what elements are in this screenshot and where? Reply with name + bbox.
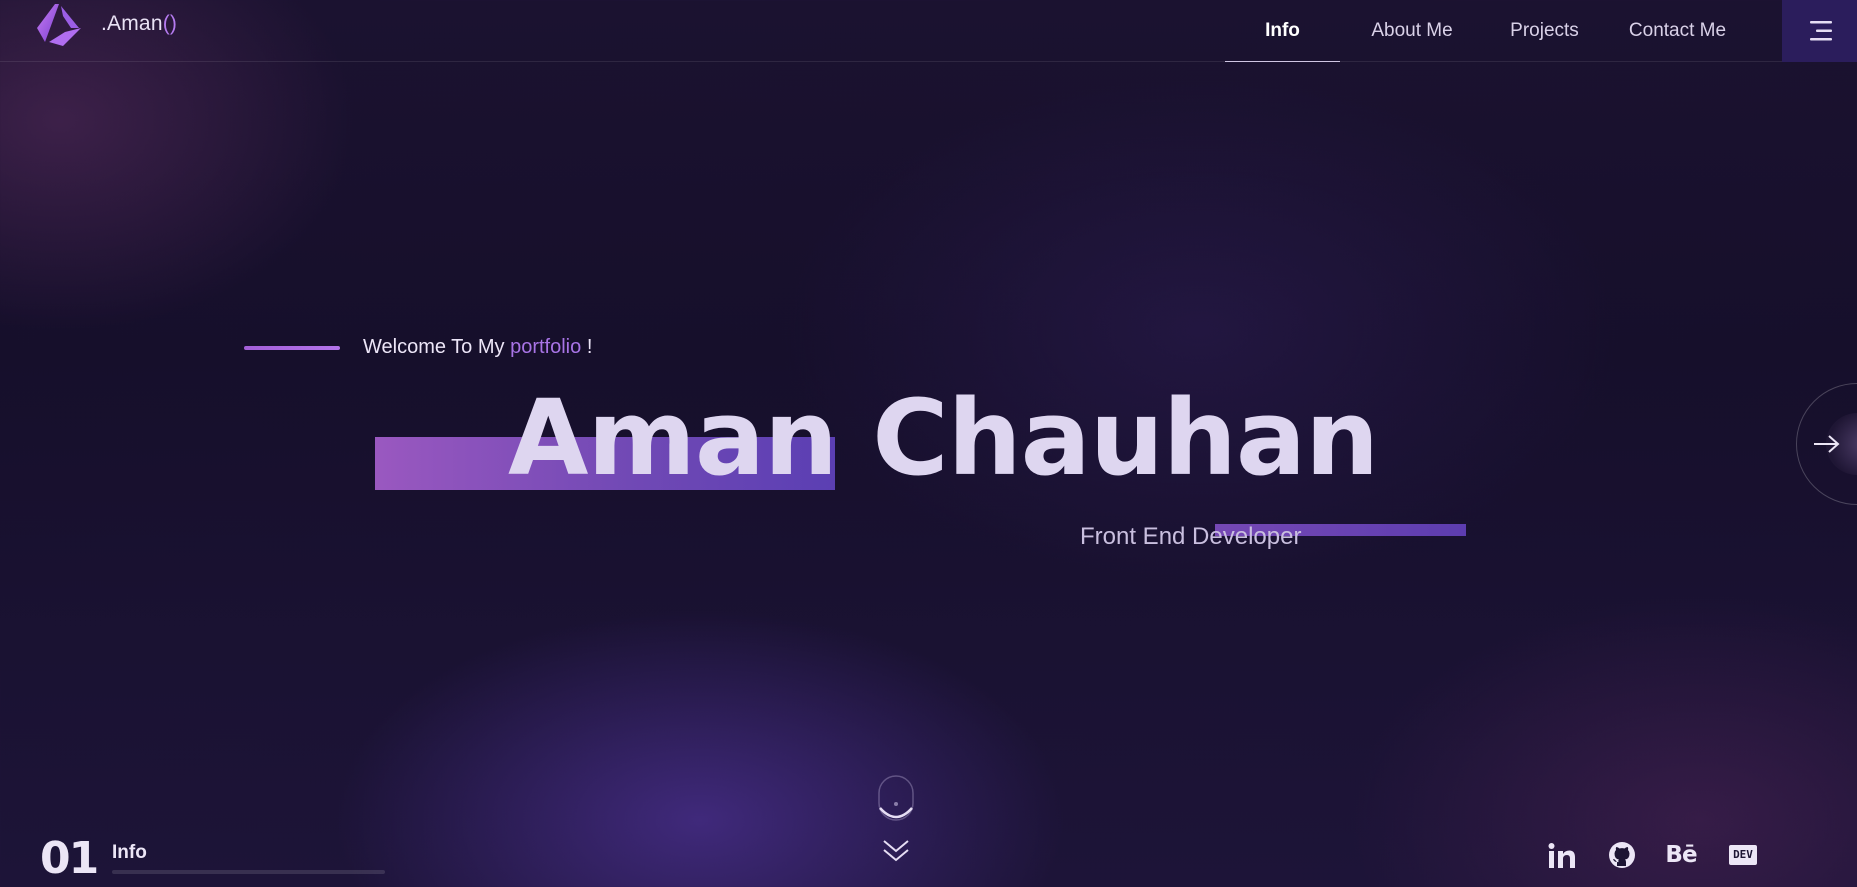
welcome-prefix: Welcome To My (363, 336, 505, 358)
hero-name: Aman Chauhan (508, 377, 1379, 499)
social-github-link[interactable] (1607, 840, 1637, 870)
top-navbar: .Aman() Info About Me Projects Contact M… (0, 0, 1857, 62)
brand-name[interactable]: .Aman() (101, 12, 177, 36)
nav-link-about-me[interactable]: About Me (1340, 0, 1484, 62)
social-behance-link[interactable]: Bē (1664, 840, 1698, 870)
behance-icon: Bē (1665, 842, 1697, 868)
nav-link-contact-me[interactable]: Contact Me (1605, 0, 1750, 62)
nav-link-info[interactable]: Info (1225, 0, 1340, 62)
hamburger-menu-icon (1809, 21, 1832, 41)
linkedin-icon (1548, 843, 1575, 868)
welcome-accent-line (244, 346, 340, 350)
section-progress-track (112, 870, 385, 874)
dev-to-icon: DEV (1729, 845, 1757, 865)
hero-role: Front End Developer (1080, 523, 1302, 550)
nav-link-projects[interactable]: Projects (1484, 0, 1605, 62)
mouse-scroll-icon[interactable] (876, 774, 916, 824)
menu-button[interactable] (1782, 0, 1857, 62)
arrow-right-icon[interactable] (1812, 432, 1842, 456)
section-number: 01 (40, 833, 99, 884)
welcome-text: Welcome To My portfolio ! (363, 336, 592, 359)
github-icon (1609, 842, 1635, 868)
double-chevron-down-icon[interactable] (880, 838, 912, 864)
section-label: Info (112, 842, 147, 863)
nav-links: Info About Me Projects Contact Me (1225, 0, 1750, 62)
social-dev-link[interactable]: DEV (1727, 840, 1759, 870)
angular-diamond-logo-icon[interactable] (35, 2, 83, 48)
social-linkedin-link[interactable] (1546, 840, 1578, 872)
brand-name-main: .Aman (101, 12, 163, 35)
welcome-suffix: ! (586, 336, 593, 358)
welcome-accent-word: portfolio (510, 336, 582, 358)
brand-name-paren: () (162, 12, 178, 35)
